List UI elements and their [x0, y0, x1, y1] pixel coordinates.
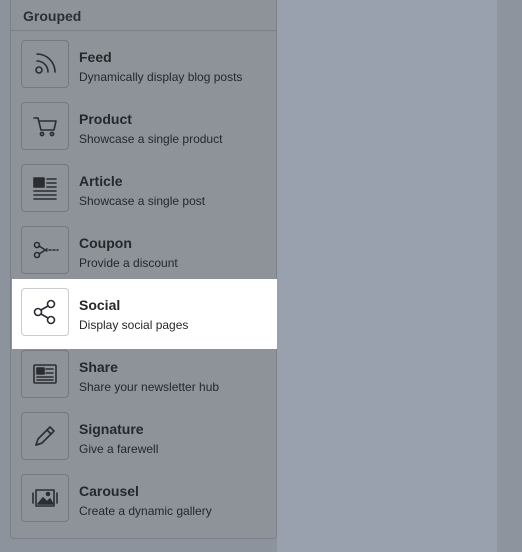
pencil-icon	[21, 412, 69, 460]
scissors-icon	[21, 226, 69, 274]
block-description: Showcase a single product	[79, 132, 223, 146]
block-description: Create a dynamic gallery	[79, 504, 212, 518]
block-description: Provide a discount	[79, 256, 178, 270]
block-item-feed[interactable]: Feed Dynamically display blog posts	[11, 35, 276, 97]
block-title: Feed	[79, 49, 112, 65]
overlay-backdrop	[277, 0, 497, 552]
block-item-carousel[interactable]: Carousel Create a dynamic gallery	[11, 469, 276, 531]
image-gallery-icon	[21, 474, 69, 522]
block-item-coupon[interactable]: Coupon Provide a discount	[11, 221, 276, 283]
share-nodes-icon	[21, 288, 69, 336]
block-title: Carousel	[79, 483, 139, 499]
article-icon	[21, 164, 69, 212]
block-description: Showcase a single post	[79, 194, 206, 208]
block-item-signature[interactable]: Signature Give a farewell	[11, 407, 276, 469]
panel-header: Grouped	[11, 0, 276, 31]
block-title: Product	[79, 111, 132, 127]
block-title: Article	[79, 173, 123, 189]
block-item-product[interactable]: Product Showcase a single product	[11, 97, 276, 159]
block-item-share[interactable]: Share Share your newsletter hub	[11, 345, 276, 407]
block-description: Display social pages	[79, 318, 189, 332]
newspaper-icon	[21, 350, 69, 398]
block-title: Signature	[79, 421, 144, 437]
block-library-panel: Grouped Feed Dynamically display blog po…	[10, 0, 277, 539]
block-description: Share your newsletter hub	[79, 380, 220, 394]
block-title: Coupon	[79, 235, 132, 251]
block-description: Give a farewell	[79, 442, 159, 456]
block-item-social[interactable]: Social Display social pages	[12, 279, 277, 349]
shopping-cart-icon	[21, 102, 69, 150]
right-edge-strip	[497, 0, 522, 552]
block-item-article[interactable]: Article Showcase a single post	[11, 159, 276, 221]
block-description: Dynamically display blog posts	[79, 70, 243, 84]
block-title: Social	[79, 297, 121, 313]
block-title: Share	[79, 359, 118, 375]
rss-feed-icon	[21, 40, 69, 88]
